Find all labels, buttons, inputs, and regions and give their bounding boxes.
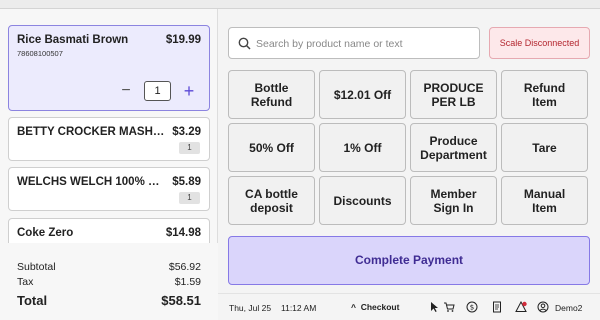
quick-action-tile[interactable]: Refund Item: [501, 70, 588, 119]
user-icon[interactable]: [537, 301, 549, 313]
cart-item-price: $5.89: [172, 176, 201, 188]
cart-item-price: $14.98: [165, 227, 201, 239]
subtotal-value: $56.92: [168, 261, 201, 273]
cart-item-sku: 78608100507: [17, 49, 63, 58]
quick-action-tile[interactable]: Bottle Refund: [228, 70, 315, 119]
cart-item-selected[interactable]: Rice Basmati Brown $19.99 78608100507 − …: [8, 25, 210, 111]
user-name[interactable]: Demo2: [555, 303, 582, 313]
cart-icon[interactable]: [443, 301, 455, 313]
scale-status-badge[interactable]: Scale Disconnected: [489, 27, 590, 59]
status-time: 11:12 AM: [281, 303, 317, 313]
complete-payment-button[interactable]: Complete Payment: [228, 236, 590, 285]
tax-row: Tax $1.59: [17, 276, 201, 288]
cart-item-quantity-badge: 1: [179, 192, 200, 204]
quick-action-tile[interactable]: Member Sign In: [410, 176, 497, 225]
status-bar: Thu, Jul 25 11:12 AM ^ Checkout $ Demo2: [218, 293, 600, 320]
search-placeholder: Search by product name or text: [256, 38, 403, 50]
receipt-icon[interactable]: [491, 301, 503, 313]
checkout-menu[interactable]: ^ Checkout: [351, 302, 399, 312]
dollar-icon[interactable]: $: [466, 301, 478, 313]
quick-action-tile[interactable]: Tare: [501, 123, 588, 172]
quick-action-tile[interactable]: PRODUCE PER LB: [410, 70, 497, 119]
cart-item-quantity-badge: 1: [179, 142, 200, 154]
decrease-quantity-button[interactable]: −: [114, 83, 138, 99]
quantity-stepper: − 1 +: [114, 81, 201, 101]
search-icon: [238, 37, 251, 50]
svg-text:$: $: [470, 304, 474, 312]
quantity-field[interactable]: 1: [144, 81, 171, 101]
quick-action-tile[interactable]: 1% Off: [319, 123, 406, 172]
window-titlebar: [0, 0, 600, 9]
subtotal-row: Subtotal $56.92: [17, 261, 201, 273]
quick-action-tile[interactable]: Discounts: [319, 176, 406, 225]
cart-totals: Subtotal $56.92 Tax $1.59 Total $58.51: [0, 243, 218, 320]
subtotal-label: Subtotal: [17, 261, 56, 273]
quick-action-tile[interactable]: Produce Department: [410, 123, 497, 172]
cart-item-name: WELCHS WELCH 100% PURPLE GRAPE: [17, 176, 165, 188]
cart-item[interactable]: WELCHS WELCH 100% PURPLE GRAPE $5.89 1: [8, 167, 210, 211]
chevron-up-icon: ^: [351, 302, 356, 312]
quick-action-tile[interactable]: Manual Item: [501, 176, 588, 225]
search-input[interactable]: Search by product name or text: [228, 27, 480, 59]
increase-quantity-button[interactable]: +: [177, 82, 201, 100]
quick-action-tile[interactable]: $12.01 Off: [319, 70, 406, 119]
cart-item-name: Rice Basmati Brown: [17, 34, 129, 46]
checkout-label: Checkout: [360, 302, 400, 312]
total-row: Total $58.51: [17, 293, 201, 308]
total-label: Total: [17, 293, 48, 308]
cart-item-name: BETTY CROCKER MASHED POTATOES: [17, 126, 165, 138]
tax-label: Tax: [17, 276, 34, 288]
total-value: $58.51: [161, 293, 201, 308]
cursor-icon: [431, 302, 438, 312]
cart-item-price: $19.99: [165, 34, 201, 46]
alert-icon[interactable]: [515, 301, 527, 313]
cart-item-price: $3.29: [172, 126, 201, 138]
quick-action-tile[interactable]: 50% Off: [228, 123, 315, 172]
status-date: Thu, Jul 25: [229, 303, 272, 313]
tax-value: $1.59: [174, 276, 201, 288]
cart-item-name: Coke Zero: [17, 227, 74, 239]
cart-item[interactable]: BETTY CROCKER MASHED POTATOES $3.29 1: [8, 117, 210, 161]
quick-action-tile[interactable]: CA bottle deposit: [228, 176, 315, 225]
